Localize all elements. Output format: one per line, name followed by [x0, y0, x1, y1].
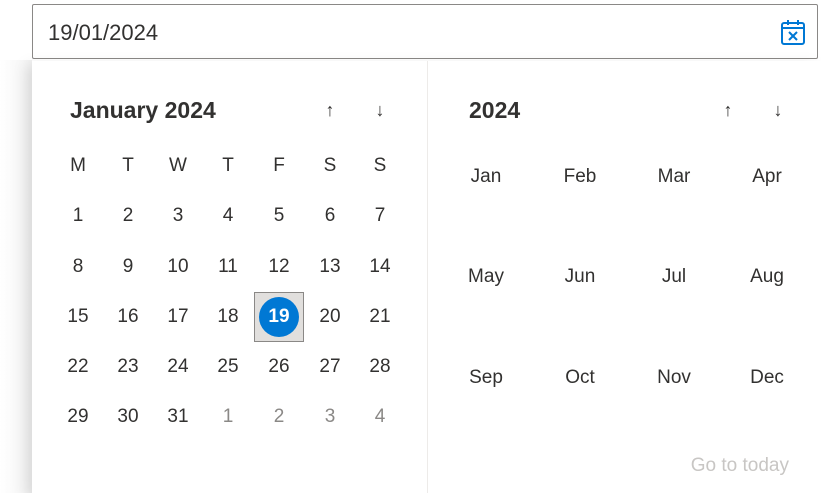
day-cell[interactable]: 1	[53, 191, 103, 241]
popup-shadow	[0, 60, 32, 493]
weekday-label: F	[273, 155, 285, 176]
next-month-button[interactable]: ↓	[366, 96, 394, 124]
month-cell[interactable]: Mar	[627, 147, 721, 207]
day-cell[interactable]: 28	[355, 342, 405, 392]
day-cell[interactable]: 13	[305, 242, 355, 292]
month-cell[interactable]: Jul	[627, 247, 721, 307]
month-picker-title[interactable]: 2024	[469, 97, 520, 124]
day-cell-outside[interactable]: 3	[305, 392, 355, 442]
day-cell[interactable]: 14	[355, 242, 405, 292]
day-cell[interactable]: 7	[355, 191, 405, 241]
day-cell[interactable]: 8	[53, 242, 103, 292]
day-cell[interactable]: 2	[103, 191, 153, 241]
month-cell[interactable]: Feb	[533, 147, 627, 207]
day-cell[interactable]: 22	[53, 342, 103, 392]
weekday-label: S	[373, 155, 387, 176]
day-cell-selected[interactable]: 19	[254, 292, 304, 342]
month-cell[interactable]: Jun	[533, 247, 627, 307]
day-cell[interactable]: 17	[153, 292, 203, 342]
month-cell[interactable]: Aug	[720, 247, 814, 307]
arrow-up-icon: ↑	[723, 99, 733, 120]
divider	[427, 61, 428, 493]
day-cell-outside[interactable]: 1	[203, 392, 253, 442]
date-input[interactable]: 19/01/2024	[32, 4, 818, 59]
day-cell[interactable]: 12	[254, 242, 304, 292]
day-cell[interactable]: 3	[153, 191, 203, 241]
prev-month-button[interactable]: ↑	[316, 96, 344, 124]
day-cell[interactable]: 15	[53, 292, 103, 342]
calendar-icon[interactable]	[777, 16, 809, 48]
month-cell[interactable]: Dec	[720, 348, 814, 408]
prev-year-button[interactable]: ↑	[714, 96, 742, 124]
day-cell[interactable]: 21	[355, 292, 405, 342]
arrow-down-icon: ↓	[773, 99, 783, 120]
month-cell[interactable]: Nov	[627, 348, 721, 408]
day-cell[interactable]: 6	[305, 191, 355, 241]
month-cell[interactable]: Apr	[720, 147, 814, 207]
day-cell[interactable]: 18	[203, 292, 253, 342]
day-cell[interactable]: 4	[203, 191, 253, 241]
day-cell[interactable]: 29	[53, 392, 103, 442]
day-cell[interactable]: 31	[153, 392, 203, 442]
day-picker-title[interactable]: January 2024	[70, 97, 216, 124]
day-cell[interactable]: 26	[254, 342, 304, 392]
weekday-label: W	[169, 155, 187, 176]
day-cell[interactable]: 16	[103, 292, 153, 342]
month-cell[interactable]: Jan	[439, 147, 533, 207]
month-cell[interactable]: Oct	[533, 348, 627, 408]
weekday-label: T	[122, 155, 134, 176]
day-cell[interactable]: 24	[153, 342, 203, 392]
month-cell[interactable]: Sep	[439, 348, 533, 408]
calendar-x-icon	[781, 20, 805, 45]
day-cell-outside[interactable]: 4	[355, 392, 405, 442]
day-cell[interactable]: 25	[203, 342, 253, 392]
day-cell[interactable]: 23	[103, 342, 153, 392]
day-cell[interactable]: 27	[305, 342, 355, 392]
day-cell[interactable]: 11	[203, 242, 253, 292]
month-cell[interactable]: May	[439, 247, 533, 307]
weekday-label: T	[222, 155, 234, 176]
day-cell[interactable]: 20	[305, 292, 355, 342]
day-cell[interactable]: 5	[254, 191, 304, 241]
day-cell[interactable]: 30	[103, 392, 153, 442]
day-cell-outside[interactable]: 2	[254, 392, 304, 442]
next-year-button[interactable]: ↓	[764, 96, 792, 124]
go-to-today-button[interactable]: Go to today	[691, 455, 789, 477]
weekday-label: S	[323, 155, 337, 176]
arrow-up-icon: ↑	[325, 99, 335, 120]
selected-day-label: 19	[259, 297, 299, 337]
weekday-label: M	[70, 155, 86, 176]
day-cell[interactable]: 10	[153, 242, 203, 292]
date-input-value: 19/01/2024	[48, 20, 159, 45]
calendar-popup: January 2024 ↑ ↓ M T W T F S S 1 2 3 4 5 6 7 8 9 10 11 12 1…	[32, 61, 821, 493]
arrow-down-icon: ↓	[375, 99, 385, 120]
day-cell[interactable]: 9	[103, 242, 153, 292]
